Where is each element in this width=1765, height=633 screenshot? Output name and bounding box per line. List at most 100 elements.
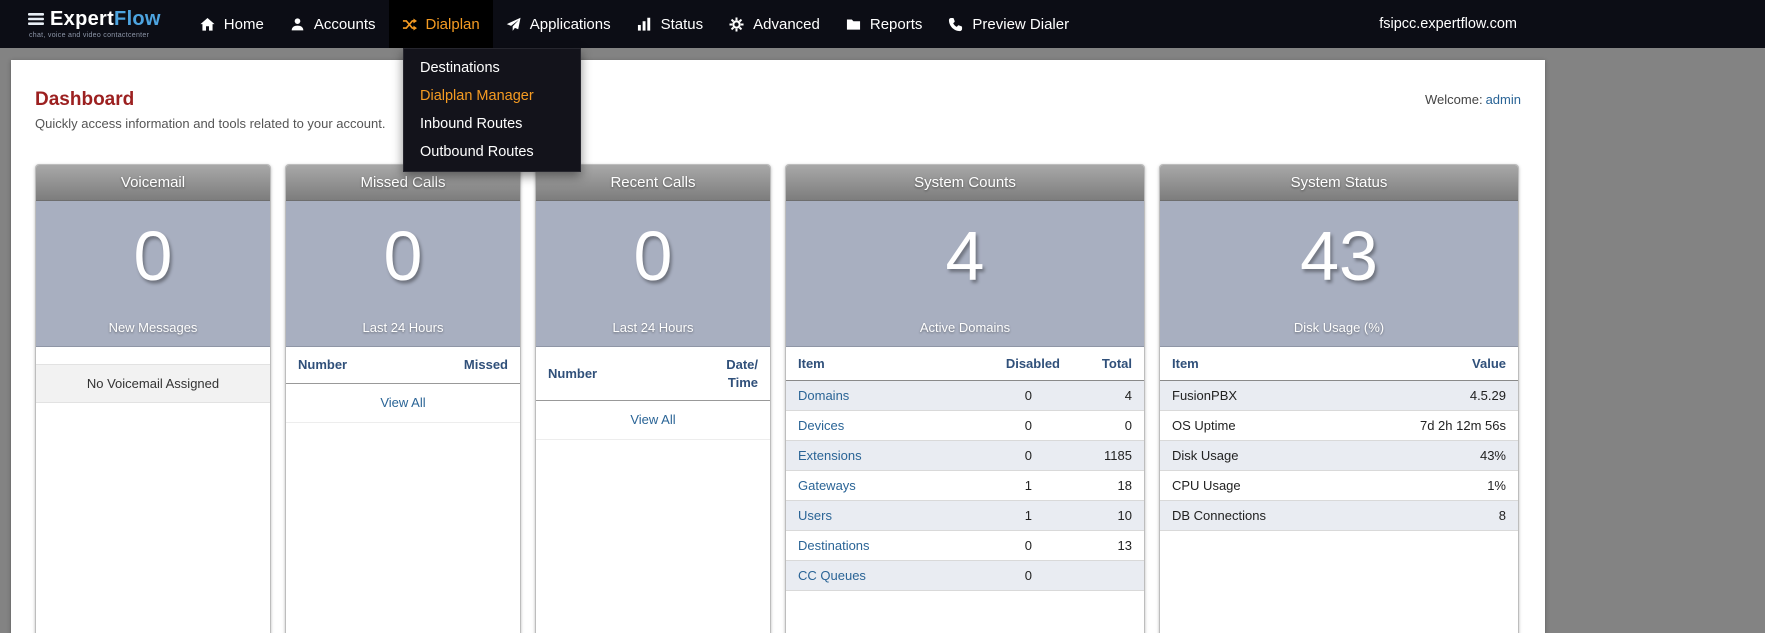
system-status-panel-header: System Status (1160, 165, 1518, 201)
recent-calls-caption: Last 24 Hours (612, 320, 694, 335)
nav-item-label: Status (660, 15, 704, 33)
missed-calls-view-all-link[interactable]: View All (380, 395, 425, 410)
column-header-missed: Missed (463, 357, 508, 372)
table-row: Extensions 0 1185 (786, 440, 1144, 471)
column-header-disabled: Disabled (956, 347, 1074, 381)
nav-item-home[interactable]: Home (187, 0, 277, 48)
column-header-value: Value (1378, 347, 1518, 381)
column-header-date-time: Date/ Time (726, 357, 758, 390)
brand-row: ExpertFlow (28, 9, 161, 29)
welcome-label: Welcome: (1425, 92, 1483, 107)
column-header-item: Item (786, 347, 956, 381)
table-row: Disk Usage 43% (1160, 440, 1518, 471)
system-status-caption: Disk Usage (%) (1293, 320, 1385, 335)
nav-item-label: Preview Dialer (972, 15, 1070, 33)
missed-calls-panel-body: Number Missed View All (286, 347, 520, 423)
voicemail-count: 0 (133, 217, 173, 295)
status-value: 1% (1378, 470, 1518, 501)
table-header-row: Item Value (1160, 347, 1518, 381)
recent-calls-number-block: 0 Last 24 Hours (536, 201, 770, 347)
page-title: Dashboard (35, 89, 135, 110)
total-count: 10 (1074, 500, 1144, 531)
gear-icon (729, 16, 744, 32)
brand-name-expert: Expert (50, 8, 115, 30)
missed-calls-table-header: Number Missed (286, 347, 520, 384)
table-row: CPU Usage 1% (1160, 470, 1518, 501)
voicemail-panel-body: No Voicemail Assigned (36, 364, 270, 403)
dropdown-item-dialplan-manager[interactable]: Dialplan Manager (404, 82, 580, 110)
system-status-panel-body: Item Value FusionPBX 4.5.29 OS Uptime 7d… (1160, 347, 1518, 531)
table-row: Destinations 0 13 (786, 530, 1144, 561)
table-row: FusionPBX 4.5.29 (1160, 380, 1518, 411)
nav-item-applications[interactable]: Applications (493, 0, 624, 48)
disabled-count: 0 (956, 440, 1074, 471)
counts-item-link-gateways[interactable]: Gateways (798, 478, 856, 493)
nav-item-label: Advanced (753, 15, 820, 33)
status-value: 43% (1378, 440, 1518, 471)
disabled-count: 1 (956, 470, 1074, 501)
disabled-count: 1 (956, 500, 1074, 531)
counts-item-link-devices[interactable]: Devices (798, 418, 844, 433)
status-item: FusionPBX (1160, 380, 1378, 411)
recent-calls-panel-body: Number Date/ Time View All (536, 347, 770, 441)
counts-item-link-domains[interactable]: Domains (798, 388, 849, 403)
domain-name: fsipcc.expertflow.com (1379, 16, 1517, 32)
dropdown-item-inbound-routes[interactable]: Inbound Routes (404, 110, 580, 138)
recent-calls-view-all-link[interactable]: View All (630, 412, 675, 427)
counts-item-link-destinations[interactable]: Destinations (798, 538, 870, 553)
dashboard-panels: Voicemail 0 New Messages No Voicemail As… (11, 164, 1545, 633)
content-card: Dashboard Quickly access information and… (11, 60, 1545, 633)
brand-logo[interactable]: ExpertFlow chat, voice and video contact… (28, 0, 161, 48)
dropdown-item-outbound-routes[interactable]: Outbound Routes (404, 138, 580, 166)
counts-item-link-users[interactable]: Users (798, 508, 832, 523)
system-counts-table: Item Disabled Total Domains 0 4 Devices … (786, 347, 1144, 591)
fusionpbx-dashboard-screen: ExpertFlow chat, voice and video contact… (0, 0, 1765, 633)
table-row: Devices 0 0 (786, 410, 1144, 441)
nav-item-accounts[interactable]: Accounts (277, 0, 389, 48)
recent-calls-view-all-row: View All (536, 401, 770, 441)
system-counts-panel-header: System Counts (786, 165, 1144, 201)
phone-icon (948, 17, 963, 32)
dialplan-dropdown-menu: Destinations Dialplan Manager Inbound Ro… (403, 48, 581, 172)
total-count: 4 (1074, 380, 1144, 411)
nav-item-advanced[interactable]: Advanced (716, 0, 833, 48)
voicemail-number-block: 0 New Messages (36, 201, 270, 347)
top-navbar: ExpertFlow chat, voice and video contact… (0, 0, 1765, 48)
status-value: 4.5.29 (1378, 380, 1518, 411)
total-count: 18 (1074, 470, 1144, 501)
missed-calls-caption: Last 24 Hours (362, 320, 444, 335)
voicemail-panel-header: Voicemail (36, 165, 270, 201)
column-header-number: Number (548, 366, 598, 382)
bar-chart-icon (637, 17, 652, 32)
recent-calls-count: 0 (633, 217, 673, 295)
page-subtitle: Quickly access information and tools rel… (35, 116, 386, 131)
system-status-panel: System Status 43 Disk Usage (%) Item Val… (1159, 164, 1519, 633)
counts-item-link-extensions[interactable]: Extensions (798, 448, 862, 463)
total-count (1074, 560, 1144, 591)
nav-item-preview-dialer[interactable]: Preview Dialer (935, 0, 1082, 48)
voicemail-panel: Voicemail 0 New Messages No Voicemail As… (35, 164, 271, 633)
nav-menu: Home Accounts Dialplan Applications Stat… (187, 0, 1082, 48)
home-icon (200, 17, 215, 32)
system-status-count: 43 (1300, 217, 1378, 295)
column-header-item: Item (1160, 347, 1378, 381)
total-count: 13 (1074, 530, 1144, 561)
nav-item-dialplan[interactable]: Dialplan (388, 0, 493, 48)
table-row: OS Uptime 7d 2h 12m 56s (1160, 410, 1518, 441)
nav-item-label: Reports (869, 15, 923, 33)
menu-bars-icon (28, 11, 45, 27)
missed-calls-count: 0 (383, 217, 423, 295)
nav-item-reports[interactable]: Reports (833, 0, 936, 48)
counts-item-link-cc-queues[interactable]: CC Queues (798, 568, 866, 583)
welcome-user-link[interactable]: admin (1486, 92, 1521, 107)
status-item: DB Connections (1160, 500, 1378, 531)
nav-item-status[interactable]: Status (624, 0, 717, 48)
missed-calls-panel: Missed Calls 0 Last 24 Hours Number Miss… (285, 164, 521, 633)
disabled-count: 0 (956, 410, 1074, 441)
missed-calls-view-all-row: View All (286, 384, 520, 423)
system-status-table: Item Value FusionPBX 4.5.29 OS Uptime 7d… (1160, 347, 1518, 531)
nav-item-label: Accounts (313, 15, 376, 33)
system-status-number-block: 43 Disk Usage (%) (1160, 201, 1518, 347)
dropdown-item-destinations[interactable]: Destinations (404, 54, 580, 82)
system-counts-panel: System Counts 4 Active Domains Item Disa… (785, 164, 1145, 633)
